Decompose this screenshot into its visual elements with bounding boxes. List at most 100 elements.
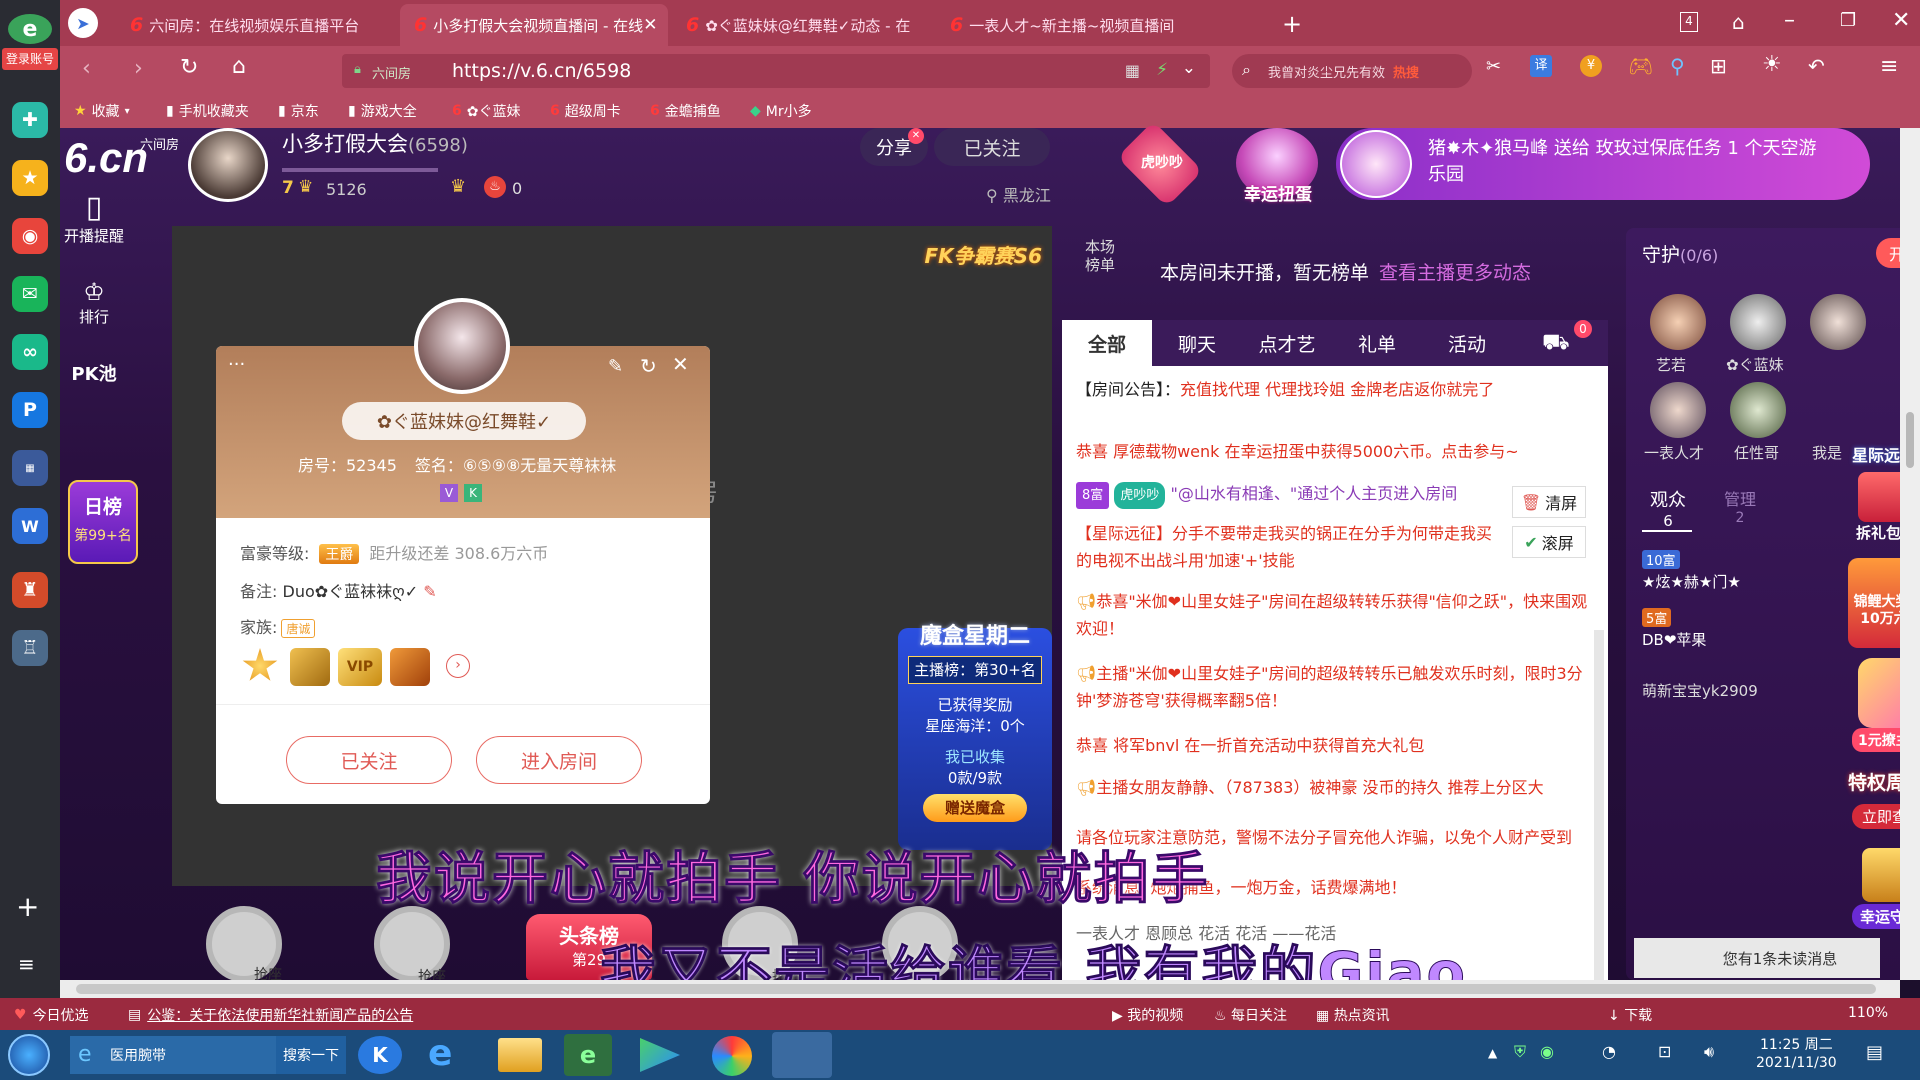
- close-card-icon[interactable]: ✕: [672, 352, 689, 376]
- browser-logo-icon[interactable]: e: [8, 14, 52, 44]
- board-label[interactable]: 本场榜单: [1082, 238, 1118, 274]
- qr-icon[interactable]: ▦: [1125, 61, 1140, 80]
- enter-room-button[interactable]: 进入房间: [476, 736, 642, 784]
- guard-avatar-1[interactable]: [1650, 294, 1706, 350]
- minimize-icon[interactable]: –: [1784, 8, 1795, 33]
- start-button[interactable]: [8, 1034, 50, 1076]
- gamepad-icon[interactable]: 🎮︎: [1628, 54, 1653, 78]
- my-video-link[interactable]: ▶ 我的视频: [1112, 1005, 1183, 1025]
- tab-new-host[interactable]: 6 一表人才~新主播~视频直播间: [936, 4, 1204, 46]
- chat-scrollbar[interactable]: [1594, 630, 1604, 980]
- login-button[interactable]: 登录账号: [2, 48, 58, 70]
- scissors-icon[interactable]: ✂: [1486, 56, 1501, 77]
- gift-broadcast[interactable]: 猪✸木✦狼马峰 送给 玫玫过保底任务 1 个天空游乐园: [1336, 128, 1870, 200]
- unread-message-bar[interactable]: 您有1条未读消息: [1634, 938, 1880, 978]
- add-icon[interactable]: +: [16, 890, 39, 923]
- viewer-item[interactable]: 萌新宝宝yk2909: [1642, 680, 1758, 701]
- edit-wand-icon[interactable]: ✎: [608, 356, 623, 377]
- clear-screen-button[interactable]: 🗑︎ 清屏: [1512, 486, 1586, 518]
- folder-icon[interactable]: [498, 1038, 542, 1072]
- nav-pk-pool[interactable]: PK池: [60, 360, 128, 386]
- guard-avatar-4[interactable]: [1650, 382, 1706, 438]
- notification-icon[interactable]: ▤: [1866, 1042, 1883, 1063]
- bookmark-favorites[interactable]: ★ 收藏 ▾: [74, 101, 130, 121]
- magnifier-icon[interactable]: ⚲: [1670, 54, 1685, 78]
- audience-tab[interactable]: 观众 6: [1642, 486, 1694, 530]
- news-ticker[interactable]: ▤ 公鉴：关于依法使用新华社新闻产品的公告: [128, 1005, 413, 1025]
- refresh-icon[interactable]: ↻: [640, 354, 657, 378]
- address-bar[interactable]: 🔒︎ 六间房 https://v.6.cn/6598 ▦ ⚡ ⌄: [342, 54, 1210, 88]
- host-avatar[interactable]: [188, 128, 268, 202]
- gift-mohe-button[interactable]: 赠送魔盒: [923, 794, 1027, 822]
- browser-taskbar-icon[interactable]: e: [564, 1034, 612, 1076]
- unpack-gift-label[interactable]: 拆礼包: [1856, 522, 1901, 543]
- weibo-icon[interactable]: ◉: [12, 218, 48, 254]
- download-link[interactable]: ↓ 下载: [1608, 1005, 1652, 1025]
- tab-home[interactable]: 6 六间房：在线视频娱乐直播平台: [116, 4, 398, 46]
- browser-menu-icon[interactable]: ≡: [1880, 54, 1898, 79]
- tab-live-room[interactable]: 6 小多打假大会视频直播间 - 在线 ✕: [400, 4, 668, 46]
- ie-search-box[interactable]: e 医用腕带: [70, 1036, 276, 1074]
- network-icon[interactable]: ⊡: [1658, 1042, 1671, 1061]
- qq-icon[interactable]: ◔: [1602, 1042, 1616, 1061]
- gold-bar-icon[interactable]: [390, 648, 430, 686]
- edit-note-icon[interactable]: ✎: [423, 582, 436, 601]
- plus-app-icon[interactable]: ✚: [12, 102, 48, 138]
- close-window-icon[interactable]: ✕: [1892, 8, 1910, 33]
- game2-icon[interactable]: ♜: [12, 572, 48, 608]
- guard-avatar-2[interactable]: [1730, 294, 1786, 350]
- today-picks[interactable]: ♥ 今日优选: [14, 1005, 89, 1025]
- more-icon[interactable]: ···: [228, 354, 245, 375]
- game-app-icon[interactable]: ▦: [12, 450, 48, 486]
- mohe-panel[interactable]: 魔盒星期二 主播榜：第30+名 已获得奖励 星座海洋：0个 我已收集 0款/9款…: [898, 624, 1052, 850]
- nav-ranking[interactable]: ♔ 排行: [60, 278, 128, 327]
- star-icon[interactable]: ★: [12, 160, 48, 196]
- reload-icon[interactable]: ↻: [180, 55, 198, 80]
- site-logo[interactable]: 6.cn: [64, 134, 148, 182]
- search-input[interactable]: ⌕ 我曾对炎尘兄先有效 热搜: [1232, 54, 1472, 88]
- brightness-icon[interactable]: ☀: [1762, 52, 1782, 77]
- p-app-icon[interactable]: P: [12, 392, 48, 428]
- shirt-icon[interactable]: ⌂: [1732, 10, 1745, 34]
- translate-icon[interactable]: 译: [1530, 55, 1552, 77]
- tab-dynamic[interactable]: 6 ✿ぐ蓝妹妹@红舞鞋✓动态 - 在: [672, 4, 934, 46]
- card-follow-button[interactable]: 已关注: [286, 736, 452, 784]
- ie-taskbar-icon[interactable]: e: [428, 1034, 452, 1074]
- green-tray-icon[interactable]: ◉: [1540, 1042, 1554, 1061]
- bookmark-games[interactable]: ▮ 游戏大全: [348, 101, 417, 121]
- scroll-screen-button[interactable]: ✔ 滚屏: [1512, 526, 1586, 558]
- shield-icon[interactable]: ⛨: [1514, 1042, 1526, 1062]
- bookmark-jd[interactable]: ▮ 京东: [278, 101, 319, 121]
- bookmark-mrxiaoduo[interactable]: ◆ Mr小多: [750, 101, 812, 121]
- player-icon[interactable]: [640, 1038, 680, 1072]
- tab-gift-list[interactable]: 礼单: [1332, 320, 1422, 366]
- tab-talent[interactable]: 点才艺: [1242, 320, 1332, 366]
- search-go-button[interactable]: 搜索一下: [276, 1036, 346, 1074]
- restore-icon[interactable]: ❐: [1840, 10, 1856, 31]
- game3-icon[interactable]: ♖: [12, 630, 48, 666]
- mail-icon[interactable]: ✉: [12, 276, 48, 312]
- follow-button[interactable]: 已关注: [934, 128, 1050, 166]
- fk-badge[interactable]: FK争霸赛S6: [925, 240, 1042, 269]
- tab-count[interactable]: 4: [1680, 12, 1698, 32]
- volume-icon[interactable]: 🔊︎: [1704, 1042, 1714, 1062]
- dropdown-chevron-icon[interactable]: ⌄: [1182, 58, 1196, 78]
- color-app-icon[interactable]: [712, 1036, 752, 1076]
- vip-icon[interactable]: VIP: [338, 648, 382, 686]
- tab-chat[interactable]: 聊天: [1152, 320, 1242, 366]
- forward-icon[interactable]: ›: [134, 56, 143, 81]
- bookmark-lanmei[interactable]: 6 ✿ぐ蓝妹: [452, 101, 520, 121]
- bookmark-weekcard[interactable]: 6 超级周卡: [550, 101, 621, 121]
- host-dynamic-link[interactable]: 查看主播更多动态: [1379, 262, 1531, 284]
- more-medals-icon[interactable]: ›: [446, 654, 470, 678]
- clock[interactable]: 11:25 周二 2021/11/30: [1756, 1036, 1837, 1072]
- close-tab-icon[interactable]: ✕: [643, 15, 657, 35]
- lightning-icon[interactable]: ⚡: [1156, 60, 1168, 80]
- undo-icon[interactable]: ↶: [1808, 54, 1825, 78]
- page-horizontal-scrollbar[interactable]: [60, 980, 1900, 998]
- kugou-icon[interactable]: K: [358, 1036, 402, 1074]
- send-icon[interactable]: ➤: [68, 8, 98, 38]
- zoom-level[interactable]: 110%: [1848, 1005, 1888, 1021]
- car-icon[interactable]: ⛟: [1542, 330, 1570, 358]
- new-tab-icon[interactable]: +: [1282, 10, 1302, 38]
